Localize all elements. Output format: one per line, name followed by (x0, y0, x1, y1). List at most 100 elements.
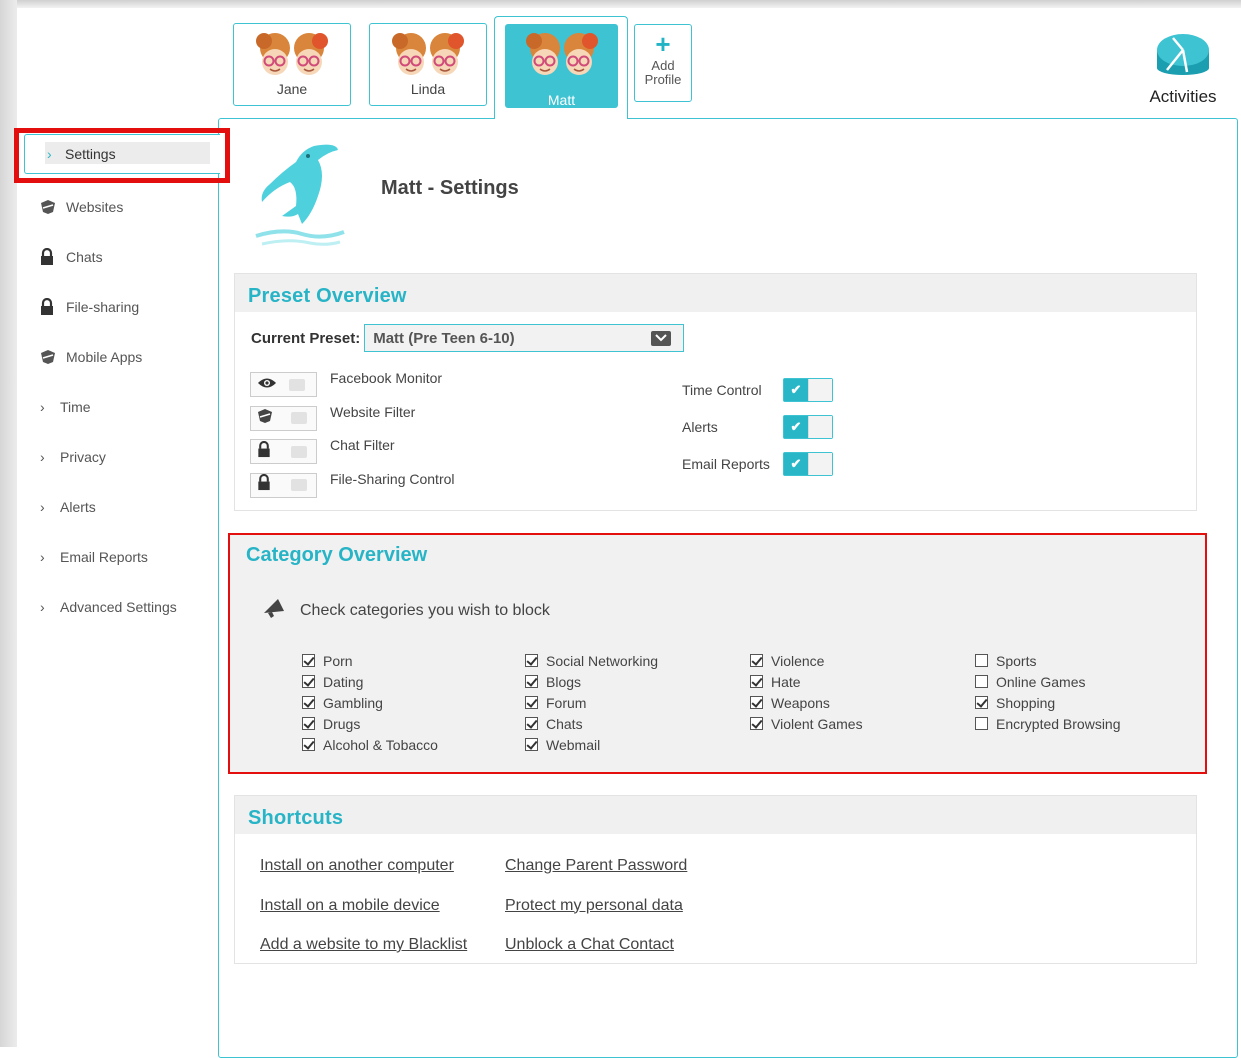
checkbox[interactable] (525, 675, 538, 688)
checkbox[interactable] (975, 717, 988, 730)
category-item[interactable]: Sports (975, 650, 1121, 671)
current-preset-label: Current Preset: (251, 329, 361, 347)
category-item[interactable]: Shopping (975, 692, 1121, 713)
checkbox[interactable] (302, 738, 315, 751)
kids-avatar-icon (392, 33, 464, 75)
category-item[interactable]: Weapons (750, 692, 863, 713)
checkbox[interactable] (525, 654, 538, 667)
lock-icon (257, 473, 271, 496)
shortcuts-title: Shortcuts (235, 796, 1196, 834)
sidebar-highlight-box (14, 128, 230, 183)
sidebar-item-websites[interactable]: Websites (24, 182, 220, 232)
plus-icon: + (655, 29, 671, 59)
feature-name: File-Sharing Control (330, 470, 455, 487)
preset-select[interactable]: Matt (Pre Teen 6-10) (364, 324, 685, 352)
feature-list: Facebook Monitor Website Filter Chat Fil… (250, 370, 455, 504)
alerts-toggle[interactable]: ✔ (783, 414, 833, 439)
feature-icons (250, 372, 317, 397)
lock-icon (40, 298, 66, 316)
category-item[interactable]: Porn (302, 650, 438, 671)
checkbox[interactable] (302, 654, 315, 667)
category-item[interactable]: Dating (302, 671, 438, 692)
feature-row-website-filter[interactable]: Website Filter (250, 404, 455, 438)
preset-select-value: Matt (Pre Teen 6-10) (373, 329, 515, 347)
kids-avatar-icon (525, 33, 598, 75)
add-profile-button[interactable]: + Add Profile (634, 24, 692, 102)
shield-icon (40, 199, 66, 215)
checkmark-icon: ✔ (784, 415, 808, 438)
chevron-right-icon: › (40, 549, 45, 565)
checkbox[interactable] (750, 654, 763, 667)
dolphin-logo-icon (255, 144, 345, 246)
profile-tab-jane[interactable]: Jane (233, 23, 351, 106)
sidebar-item-privacy[interactable]: › Privacy (24, 432, 220, 482)
shortcut-link[interactable]: Change Parent Password (505, 857, 687, 897)
page-title: Matt - Settings (381, 177, 519, 199)
checkbox[interactable] (975, 675, 988, 688)
active-profile-card: Matt (505, 24, 618, 108)
checkbox[interactable] (750, 696, 763, 709)
category-item[interactable]: Gambling (302, 692, 438, 713)
toggle-label: Email Reports (682, 455, 770, 472)
category-item[interactable]: Webmail (525, 734, 658, 755)
shortcut-link[interactable]: Protect my personal data (505, 897, 687, 937)
sidebar-item-label: Chats (66, 249, 103, 265)
sidebar-item-file-sharing[interactable]: File-sharing (24, 282, 220, 332)
checkbox[interactable] (302, 717, 315, 730)
checkbox[interactable] (750, 717, 763, 730)
category-item[interactable]: Forum (525, 692, 658, 713)
category-item[interactable]: Violence (750, 650, 863, 671)
category-item[interactable]: Chats (525, 713, 658, 734)
checkbox[interactable] (302, 696, 315, 709)
shield-icon (257, 408, 273, 429)
shortcut-link[interactable]: Unblock a Chat Contact (505, 936, 687, 976)
sidebar-item-mobile-apps[interactable]: Mobile Apps (24, 332, 220, 382)
checkbox[interactable] (525, 696, 538, 709)
add-profile-label: Add Profile (644, 58, 682, 87)
sidebar-item-label: Privacy (60, 449, 106, 465)
kids-avatar-icon (256, 33, 328, 75)
sidebar-item-label: Mobile Apps (66, 349, 143, 365)
time-control-toggle[interactable]: ✔ (783, 377, 833, 402)
checkbox[interactable] (975, 654, 988, 667)
category-column-3: Violence Hate Weapons Violent Games (750, 650, 863, 734)
category-item[interactable]: Blogs (525, 671, 658, 692)
shortcut-link[interactable]: Add a website to my Blacklist (260, 936, 467, 976)
status-icon (289, 378, 305, 391)
category-item[interactable]: Alcohol & Tobacco (302, 734, 438, 755)
feature-row-facebook-monitor[interactable]: Facebook Monitor (250, 370, 455, 404)
shortcut-link[interactable]: Install on a mobile device (260, 897, 467, 937)
sidebar-item-time[interactable]: › Time (24, 382, 220, 432)
email-reports-toggle[interactable]: ✔ (783, 451, 833, 476)
feature-row-chat-filter[interactable]: Chat Filter (250, 437, 455, 471)
sidebar-item-alerts[interactable]: › Alerts (24, 482, 220, 532)
category-hint-text: Check categories you wish to block (300, 601, 550, 619)
toggle-row-time-control: Time Control ✔ (682, 371, 833, 408)
sidebar-item-chats[interactable]: Chats (24, 232, 220, 282)
category-item[interactable]: Drugs (302, 713, 438, 734)
profile-tab-linda[interactable]: Linda (369, 23, 487, 106)
sidebar-item-advanced-settings[interactable]: › Advanced Settings (24, 582, 220, 632)
profile-name: Jane (276, 81, 308, 97)
checkbox[interactable] (525, 717, 538, 730)
shortcut-link[interactable]: Install on another computer (260, 857, 467, 897)
sidebar-item-label: Advanced Settings (60, 599, 177, 615)
category-item[interactable]: Encrypted Browsing (975, 713, 1121, 734)
toggle-row-email-reports: Email Reports ✔ (682, 445, 833, 482)
sidebar-item-email-reports[interactable]: › Email Reports (24, 532, 220, 582)
category-item[interactable]: Social Networking (525, 650, 658, 671)
activities-button[interactable]: Activities (1138, 28, 1228, 107)
toggle-label: Alerts (682, 418, 718, 435)
checkbox[interactable] (525, 738, 538, 751)
feature-row-file-sharing-control[interactable]: File-Sharing Control (250, 471, 455, 505)
category-item[interactable]: Online Games (975, 671, 1121, 692)
checkbox[interactable] (750, 675, 763, 688)
checkbox[interactable] (302, 675, 315, 688)
feature-icons (250, 439, 317, 464)
category-hint: Check categories you wish to block (262, 597, 550, 624)
checkbox[interactable] (975, 696, 988, 709)
category-item[interactable]: Violent Games (750, 713, 863, 734)
profile-tab-matt[interactable]: Matt (494, 16, 628, 119)
toggle-list: Time Control ✔ Alerts ✔ Email Reports ✔ (682, 371, 833, 482)
category-item[interactable]: Hate (750, 671, 863, 692)
